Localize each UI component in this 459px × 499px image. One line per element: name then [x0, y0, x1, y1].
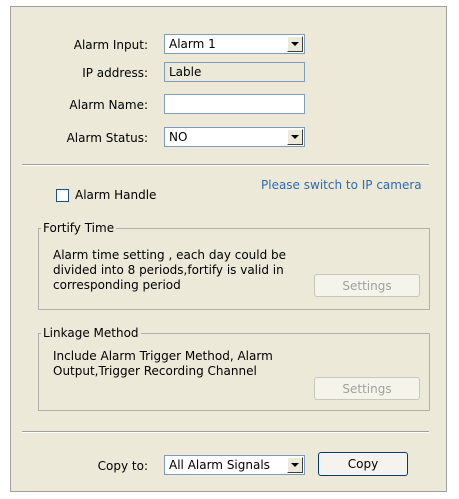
- copy-to-select[interactable]: All Alarm Signals: [164, 455, 305, 475]
- separator: [22, 431, 429, 433]
- chevron-down-icon[interactable]: [287, 129, 303, 145]
- copy-to-value: All Alarm Signals: [169, 458, 270, 472]
- alarm-handle-checkbox[interactable]: [56, 189, 69, 202]
- alarm-name-field[interactable]: [164, 94, 305, 114]
- linkage-method-settings-button[interactable]: Settings: [314, 377, 420, 400]
- fortify-time-line-1: Alarm time setting , each day could be: [53, 248, 287, 262]
- chevron-down-icon[interactable]: [287, 457, 303, 473]
- copy-to-label: Copy to:: [97, 459, 148, 473]
- alarm-status-value: NO: [169, 130, 188, 144]
- alarm-status-label: Alarm Status:: [66, 131, 148, 145]
- alarm-input-value: Alarm 1: [169, 37, 216, 51]
- chevron-down-icon[interactable]: [287, 36, 303, 52]
- linkage-method-line-2: Output,Trigger Recording Channel: [53, 364, 257, 378]
- ip-address-label: IP address:: [82, 66, 148, 80]
- ip-address-field: Lable: [164, 62, 305, 82]
- copy-button[interactable]: Copy: [318, 452, 408, 476]
- fortify-time-group: Fortify Time Alarm time setting , each d…: [38, 221, 430, 310]
- alarm-input-select[interactable]: Alarm 1: [164, 34, 305, 54]
- linkage-method-description: Include Alarm Trigger Method, Alarm Outp…: [53, 349, 273, 379]
- alarm-input-label: Alarm Input:: [73, 38, 148, 52]
- ip-address-value: Lable: [169, 65, 202, 79]
- fortify-time-line-3: corresponding period: [53, 278, 181, 292]
- alarm-status-select[interactable]: NO: [164, 127, 305, 147]
- separator: [22, 164, 429, 166]
- fortify-time-description: Alarm time setting , each day could be d…: [53, 248, 286, 293]
- linkage-method-title: Linkage Method: [41, 326, 141, 340]
- switch-ip-camera-notice: Please switch to IP camera: [261, 178, 422, 192]
- fortify-time-title: Fortify Time: [41, 221, 117, 235]
- fortify-time-line-2: divided into 8 periods,fortify is valid …: [53, 263, 284, 277]
- alarm-name-label: Alarm Name:: [69, 98, 148, 112]
- fortify-time-settings-button[interactable]: Settings: [314, 274, 420, 297]
- linkage-method-line-1: Include Alarm Trigger Method, Alarm: [53, 349, 273, 363]
- alarm-handle-label: Alarm Handle: [75, 188, 157, 202]
